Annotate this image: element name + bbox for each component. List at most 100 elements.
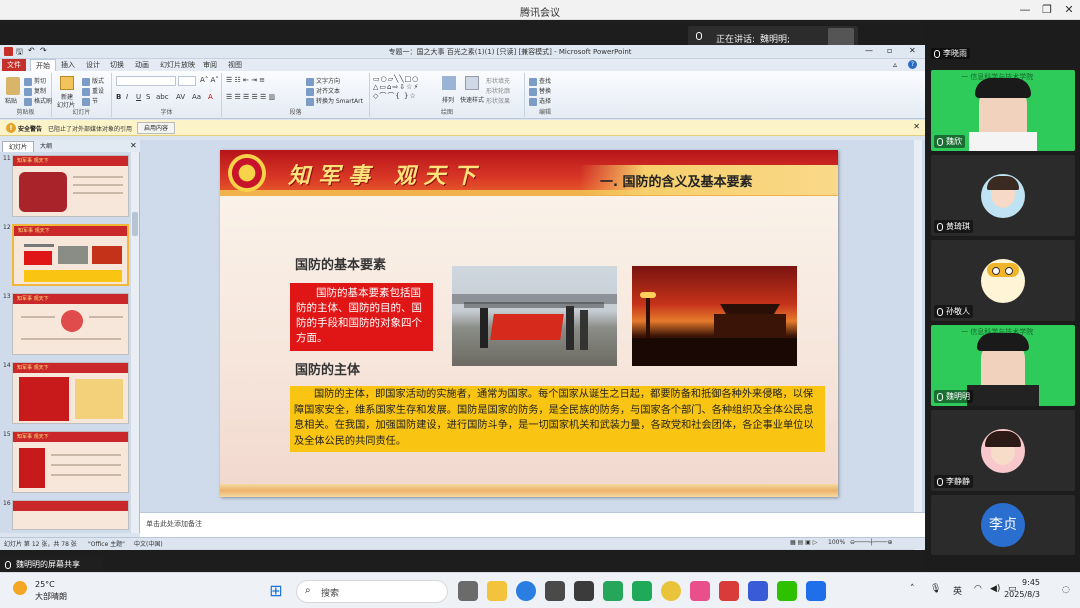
smartart-button[interactable]: 转换为 SmartArt <box>306 96 363 106</box>
tab-insert[interactable]: 插入 <box>56 59 80 71</box>
edge-icon[interactable] <box>516 581 536 601</box>
shape-outline-button[interactable]: 形状轮廓 <box>486 86 510 95</box>
copy-button[interactable]: 复制 <box>24 86 46 96</box>
cut-button[interactable]: 剪切 <box>24 76 46 86</box>
speaker-icon[interactable]: ◀) <box>990 584 1000 594</box>
tab-transitions[interactable]: 切换 <box>105 59 129 71</box>
participant-tile[interactable]: 李静静 <box>931 410 1075 491</box>
tab-slides[interactable]: 幻灯片 <box>2 141 35 152</box>
paste-icon[interactable] <box>6 77 20 95</box>
app-icon[interactable] <box>719 581 739 601</box>
close-pane-icon[interactable]: ✕ <box>130 141 137 150</box>
slide-thumbnail-11[interactable]: 知军事 观天下 <box>12 155 129 217</box>
zoom-slider[interactable]: ⊖────┼────⊕ <box>850 539 893 546</box>
shadow-icon[interactable]: S <box>146 93 150 101</box>
reset-button[interactable]: 重设 <box>82 86 104 96</box>
select-button[interactable]: 选择 <box>529 96 551 106</box>
slide-thumbnail-14[interactable]: 知军事 观天下 <box>12 362 129 424</box>
wechat-icon[interactable] <box>777 581 797 601</box>
replace-button[interactable]: 替换 <box>529 86 551 96</box>
maximize-icon[interactable]: ❐ <box>1040 3 1054 17</box>
participant-tile[interactable]: 一 信息科学与技术学院 魏欣 <box>931 70 1075 151</box>
underline-icon[interactable]: U <box>136 93 141 101</box>
tencent-meeting-icon[interactable] <box>806 581 826 601</box>
participant-tile[interactable]: 孙敬人 <box>931 240 1075 321</box>
tab-review[interactable]: 审阅 <box>198 59 222 71</box>
app-icon[interactable] <box>748 581 768 601</box>
undo-icon[interactable]: ↶ <box>28 46 35 55</box>
minimize-ribbon-icon[interactable]: ▵ <box>893 60 897 69</box>
redo-icon[interactable]: ↷ <box>40 46 47 55</box>
file-explorer-icon[interactable] <box>487 581 507 601</box>
italic-icon[interactable]: I <box>126 93 128 101</box>
tab-home[interactable]: 开始 <box>30 59 56 71</box>
canvas-scrollbar[interactable] <box>914 140 922 550</box>
spacing-icon[interactable]: AV <box>176 93 185 101</box>
font-color-icon[interactable]: A <box>208 93 213 101</box>
tab-file[interactable]: 文件 <box>2 59 26 71</box>
shape-effect-button[interactable]: 形状效果 <box>486 96 510 105</box>
help-icon[interactable]: ? <box>908 60 917 69</box>
format-painter-button[interactable]: 格式刷 <box>24 96 52 106</box>
tab-animations[interactable]: 动画 <box>130 59 154 71</box>
app-icon[interactable] <box>574 581 594 601</box>
case-icon[interactable]: Aa <box>192 93 201 101</box>
store-icon[interactable] <box>545 581 565 601</box>
align-icon[interactable]: ☰ ☰ ☰ ☰ ☰ ▥ <box>226 93 275 101</box>
arrange-button[interactable]: 排列 <box>442 95 454 104</box>
bold-icon[interactable]: B <box>116 93 121 101</box>
paste-button[interactable]: 粘贴 <box>5 96 17 105</box>
notes-pane[interactable]: 单击此处添加备注 <box>140 512 925 538</box>
tab-design[interactable]: 设计 <box>81 59 105 71</box>
app-icon[interactable] <box>661 581 681 601</box>
participant-tile[interactable]: 黄琦琪 <box>931 155 1075 236</box>
participant-tile[interactable]: 李贞 <box>931 495 1075 555</box>
app-icon[interactable] <box>690 581 710 601</box>
tab-view[interactable]: 视图 <box>223 59 247 71</box>
app-icon[interactable] <box>603 581 623 601</box>
enable-content-button[interactable]: 启用内容 <box>137 122 175 134</box>
view-buttons[interactable]: ▦ ▤ ▣ ▷ <box>790 539 817 546</box>
font-family-select[interactable] <box>116 76 176 86</box>
text-direction-button[interactable]: 文字方向 <box>306 76 340 86</box>
wifi-icon[interactable]: ◠ <box>974 584 982 594</box>
slide-thumbnail-16[interactable] <box>12 500 129 530</box>
microphone-icon[interactable]: 🎙 <box>930 584 941 594</box>
windows-start-icon[interactable]: ⊞ <box>266 581 286 601</box>
slide-thumbnail-13[interactable]: 知军事 观天下 <box>12 293 129 355</box>
notification-icon[interactable]: ◌ <box>1062 585 1072 595</box>
save-icon[interactable]: 🖫 <box>16 46 23 60</box>
taskbar-search[interactable]: ⌕ 搜索 <box>296 580 448 603</box>
quick-styles-button[interactable]: 快速样式 <box>460 95 484 104</box>
arrange-icon[interactable] <box>442 76 456 90</box>
section-button[interactable]: 节 <box>82 96 98 106</box>
bullets-icon[interactable]: ☰ ☷ ⇤ ⇥ ≡ <box>226 76 265 84</box>
ppt-minimize-icon[interactable]: — <box>865 46 873 55</box>
new-slide-icon[interactable] <box>60 76 74 90</box>
align-text-button[interactable]: 对齐文本 <box>306 86 340 96</box>
minimize-icon[interactable]: — <box>1018 3 1032 17</box>
layout-button[interactable]: 版式 <box>82 76 104 86</box>
close-icon[interactable]: ✕ <box>1062 3 1076 17</box>
shapes-gallery[interactable]: ▭○▱╲╲□○ △▭⌂⇨⇩☆⚡ ◇⌒⌒{ }☆ <box>373 75 419 101</box>
task-view-icon[interactable] <box>458 581 478 601</box>
tray-expand-icon[interactable]: ˄ <box>910 584 915 594</box>
quick-styles-icon[interactable] <box>465 76 479 90</box>
clock[interactable]: 9:45 2025/8/3 <box>1004 577 1040 601</box>
slide-thumbnail-15[interactable]: 知军事 观天下 <box>12 431 129 493</box>
tab-outline[interactable]: 大纲 <box>34 141 58 152</box>
strikethrough-icon[interactable]: abc <box>156 93 169 101</box>
ime-indicator[interactable]: 英 <box>953 584 962 597</box>
find-button[interactable]: 查找 <box>529 76 551 86</box>
tab-slideshow[interactable]: 幻灯片放映 <box>155 59 200 71</box>
ppt-restore-icon[interactable]: ▫ <box>887 46 892 55</box>
ppt-close-icon[interactable]: ✕ <box>909 46 916 55</box>
slide-thumbnail-12[interactable]: 知军事 观天下 <box>12 224 129 286</box>
shape-fill-button[interactable]: 形状填充 <box>486 76 510 85</box>
app-icon[interactable] <box>632 581 652 601</box>
thumbnail-scrollbar[interactable] <box>131 152 139 533</box>
font-size-select[interactable] <box>178 76 196 86</box>
participant-tile[interactable]: 一 信息科学与技术学院 魏明明 <box>931 325 1075 406</box>
grow-font-icon[interactable]: A˄ A˅ <box>200 76 219 84</box>
close-warning-icon[interactable]: ✕ <box>913 122 920 131</box>
